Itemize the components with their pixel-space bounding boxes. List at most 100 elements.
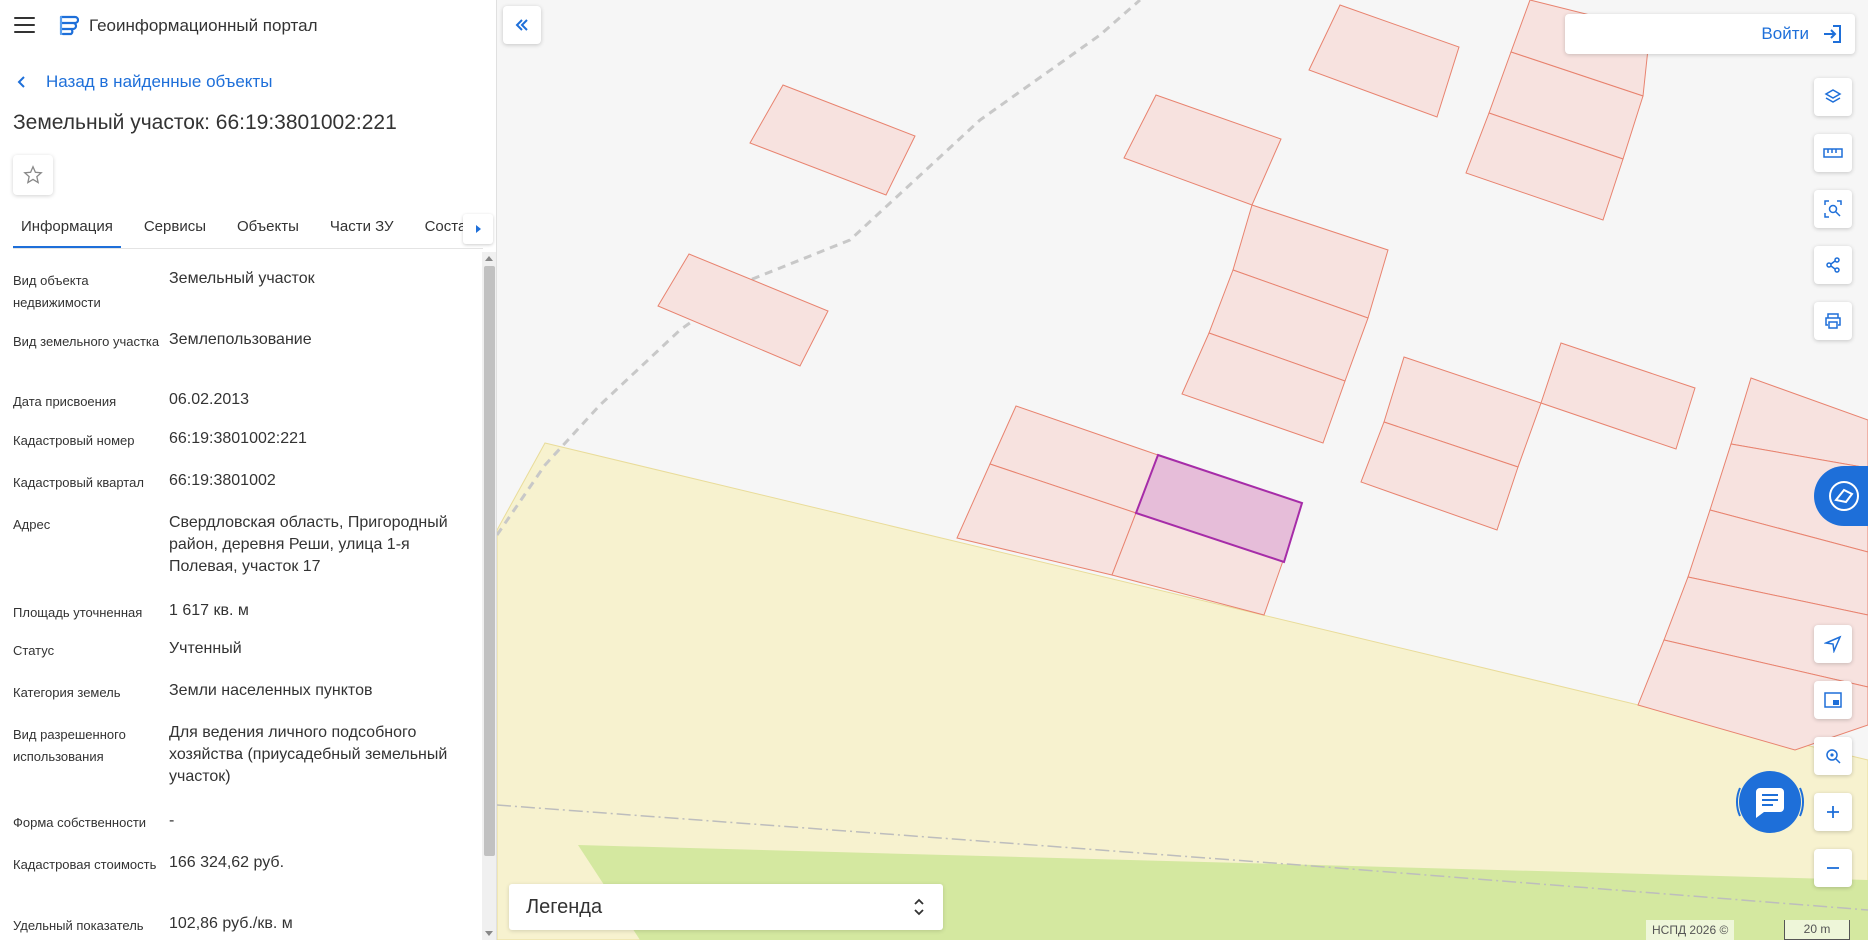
measure-button[interactable]: [1814, 134, 1852, 172]
collapse-panel-button[interactable]: [503, 6, 541, 44]
minimap-button[interactable]: [1814, 681, 1852, 719]
tabs-scroll-right-button[interactable]: [463, 214, 493, 244]
parcel: [1308, 4, 1460, 118]
info-row: Форма собственности -: [13, 812, 473, 854]
info-row: Вид объекта недвижимости Земельный участо…: [13, 270, 473, 331]
portal-logo-icon: [59, 15, 79, 36]
info-row: Дата присвоения 06.02.2013: [13, 391, 473, 430]
map-canvas[interactable]: [497, 0, 1868, 940]
area-search-button[interactable]: [1814, 190, 1852, 228]
info-row: Категория земель Земли населенных пунктов: [13, 682, 473, 724]
layers-button[interactable]: [1814, 78, 1852, 116]
info-row: Площадь уточненная 1 617 кв. м: [13, 602, 473, 640]
tab-information[interactable]: Информация: [13, 212, 121, 248]
info-row: Адрес Свердловская область, Пригородный р…: [13, 514, 473, 602]
login-icon: [1824, 25, 1841, 43]
info-value: Для ведения личного подсобного хозяйства…: [169, 724, 448, 785]
chevron-left-icon: [17, 76, 25, 88]
area-search-icon: [1824, 200, 1842, 218]
assistant-icon: [1829, 481, 1859, 511]
info-value: 1 617 кв. м: [169, 602, 249, 619]
object-title: Земельный участок: 66:19:3801002:221: [13, 111, 397, 134]
scroll-thumb[interactable]: [484, 266, 495, 856]
info-row: Кадастровая стоимость 166 324,62 руб.: [13, 854, 473, 915]
info-value: Свердловская область, Пригородный район,…: [169, 514, 448, 575]
info-label: Удельный показатель: [13, 918, 144, 933]
zoom-in-icon: [1827, 806, 1839, 818]
info-label: Площадь уточненная: [13, 605, 143, 620]
info-row: Вид разрешенного использования Для ведени…: [13, 724, 473, 812]
caret-right-icon: [476, 225, 481, 233]
info-value: 66:19:3801002:221: [169, 430, 307, 447]
navigation-button[interactable]: [1814, 625, 1852, 663]
info-label: Категория земель: [13, 685, 121, 700]
expand-collapse-icon: [914, 898, 924, 916]
info-value: Землепользование: [169, 331, 312, 348]
minimap-icon: [1824, 692, 1842, 708]
info-value: 66:19:3801002: [169, 472, 276, 489]
map-layer: [497, 0, 1868, 940]
zoom-out-icon: [1827, 867, 1839, 869]
info-value: 06.02.2013: [169, 391, 250, 408]
info-value: Учтенный: [169, 640, 242, 657]
tab-objects[interactable]: Объекты: [229, 212, 307, 248]
layers-icon: [1824, 89, 1842, 103]
navigation-icon: [1824, 635, 1842, 653]
portal-title: Геоинформационный портал: [89, 16, 318, 35]
login-label: Войти: [1761, 24, 1809, 43]
info-label: Статус: [13, 643, 55, 658]
info-label: Кадастровый номер: [13, 433, 135, 448]
back-link-label: Назад в найденные объекты: [46, 72, 273, 91]
info-value: Земельный участок: [169, 270, 315, 287]
tab-bar: Информация Сервисы Объекты Части ЗУ Сост…: [13, 212, 483, 249]
locate-icon: [1826, 749, 1841, 764]
panel-header: Геоинформационный портал: [0, 0, 496, 52]
zoom-in-button[interactable]: [1814, 793, 1852, 831]
info-label: Кадастровый квартал: [13, 475, 144, 490]
locate-button[interactable]: [1814, 737, 1852, 775]
scroll-up-arrow[interactable]: [485, 256, 493, 261]
map-copyright: НСПД 2026 ©: [1646, 920, 1735, 940]
info-list: Вид объекта недвижимости Земельный участо…: [13, 270, 473, 940]
info-label: Вид разрешенного использования: [13, 727, 126, 764]
print-button[interactable]: [1814, 302, 1852, 340]
parcel: [1540, 342, 1696, 450]
info-label: Адрес: [13, 517, 51, 532]
favorite-button[interactable]: [13, 155, 53, 195]
info-row: Вид земельного участка Землепользование: [13, 331, 473, 391]
parcel: [749, 84, 916, 196]
info-panel: Геоинформационный портал Назад в найденн…: [0, 0, 497, 940]
scroll-down-arrow[interactable]: [485, 931, 493, 936]
legend-toggle[interactable]: Легенда: [509, 884, 943, 930]
info-label: Вид земельного участка: [13, 334, 160, 349]
zoom-out-button[interactable]: [1814, 849, 1852, 887]
info-label: Форма собственности: [13, 815, 147, 830]
panel-scrollbar[interactable]: [482, 252, 496, 940]
info-value: 166 324,62 руб.: [169, 854, 285, 871]
info-label: Дата присвоения: [13, 394, 117, 409]
info-row: Статус Учтенный: [13, 640, 473, 682]
parcel: [1123, 94, 1282, 206]
tab-services[interactable]: Сервисы: [136, 212, 214, 248]
share-button[interactable]: [1814, 246, 1852, 284]
ruler-icon: [1823, 148, 1843, 158]
print-icon: [1825, 313, 1841, 329]
assistant-side-button[interactable]: [1814, 466, 1868, 526]
info-label: Кадастровая стоимость: [13, 857, 157, 872]
info-row: Кадастровый квартал 66:19:3801002: [13, 472, 473, 514]
tab-parts[interactable]: Части ЗУ: [322, 212, 402, 248]
legend-label: Легенда: [526, 895, 603, 918]
info-value: 102,86 руб./кв. м: [169, 915, 293, 932]
login-button[interactable]: Войти: [1565, 14, 1855, 54]
hamburger-menu-icon[interactable]: [14, 17, 35, 33]
scale-bar: 20 m: [1784, 920, 1850, 940]
double-chevron-left-icon: [515, 19, 528, 31]
info-value: Земли населенных пунктов: [169, 682, 373, 699]
star-icon: [23, 165, 43, 184]
chat-button[interactable]: [1726, 758, 1814, 846]
info-row: Удельный показатель 102,86 руб./кв. м: [13, 915, 473, 940]
info-label: Вид объекта недвижимости: [13, 273, 101, 310]
back-to-results-link[interactable]: Назад в найденные объекты: [16, 72, 272, 92]
share-icon: [1826, 257, 1840, 273]
parcel: [657, 253, 829, 367]
